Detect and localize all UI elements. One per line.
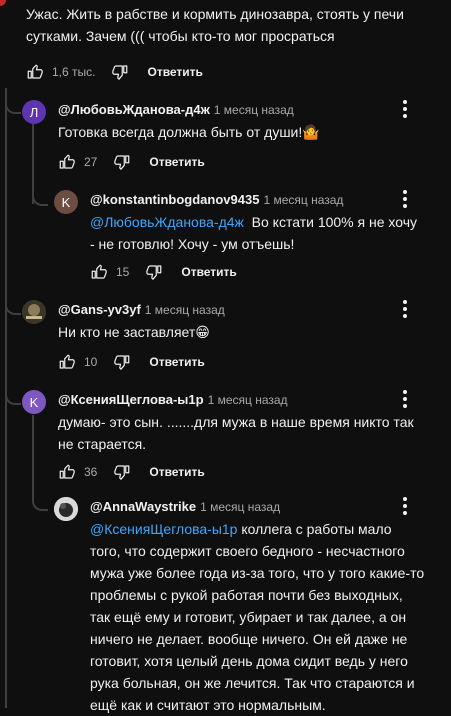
comment-author[interactable]: @ЛюбовьЖданова-д4ж 1 месяц назад bbox=[58, 102, 294, 117]
thumb-down-icon bbox=[114, 155, 130, 170]
nested-thread-connector bbox=[32, 192, 48, 206]
reply-button[interactable]: Ответить bbox=[149, 155, 204, 169]
top-comment-line-2: сутками. Зачем ((( чтобы кто-то мог прос… bbox=[26, 28, 335, 44]
mention-link[interactable]: @КсенияЩеглова-ы1р bbox=[90, 521, 237, 537]
avatar[interactable]: K bbox=[22, 390, 46, 414]
comment-time[interactable]: 1 месяц назад bbox=[263, 193, 343, 207]
avatar[interactable]: Л bbox=[22, 100, 46, 124]
comment-text: @ЛюбовьЖданова-д4ж Во кстати 100% я не х… bbox=[90, 214, 418, 252]
like-count: 27 bbox=[84, 155, 98, 169]
like-count: 15 bbox=[116, 265, 130, 279]
avatar[interactable] bbox=[22, 300, 46, 324]
like-button[interactable] bbox=[26, 63, 44, 81]
reply-button[interactable]: Ответить bbox=[149, 355, 204, 369]
comment-text: Ни кто не заставляет😁 bbox=[58, 324, 210, 340]
more-options-icon[interactable] bbox=[403, 300, 407, 321]
comment-actions: 15 Ответить bbox=[90, 262, 237, 282]
comment-text: @КсенияЩеглова-ы1р коллега с работы мало… bbox=[90, 521, 425, 713]
thumb-up-icon bbox=[59, 464, 75, 479]
comment-text: Готовка всегда должна быть от души!🤷 bbox=[58, 124, 320, 140]
thumb-down-icon bbox=[146, 265, 162, 280]
avatar-image bbox=[22, 300, 46, 324]
comment-actions: 36 Ответить bbox=[58, 462, 205, 482]
thumb-up-icon bbox=[91, 264, 107, 279]
reply-button[interactable]: Ответить bbox=[181, 265, 236, 279]
comment-time[interactable]: 1 месяц назад bbox=[214, 103, 294, 117]
more-options-icon[interactable] bbox=[403, 390, 407, 411]
like-count: 36 bbox=[84, 465, 98, 479]
comment-time[interactable]: 1 месяц назад bbox=[145, 303, 225, 317]
top-comment-text: Ужас. Жить в рабстве и кормить динозавра… bbox=[26, 3, 446, 47]
avatar[interactable]: K bbox=[54, 190, 78, 214]
comment-actions: 10 Ответить bbox=[58, 352, 205, 372]
nested-thread-connector bbox=[32, 497, 48, 511]
like-button[interactable] bbox=[58, 153, 76, 171]
dislike-button[interactable] bbox=[113, 353, 131, 371]
comment-time[interactable]: 1 месяц назад bbox=[208, 393, 288, 407]
avatar[interactable] bbox=[54, 497, 78, 521]
thumb-up-icon bbox=[27, 64, 43, 79]
top-comment-line-1: Ужас. Жить в рабстве и кормить динозавра… bbox=[26, 6, 404, 22]
like-count: 10 bbox=[84, 355, 98, 369]
dislike-button[interactable] bbox=[113, 153, 131, 171]
comment-author[interactable]: @КсенияЩеглова-ы1р 1 месяц назад bbox=[58, 392, 288, 407]
thumb-down-icon bbox=[114, 465, 130, 480]
more-options-icon[interactable] bbox=[403, 100, 407, 121]
thread-connector bbox=[5, 391, 21, 405]
more-options-icon[interactable] bbox=[403, 497, 407, 518]
comment-actions: 27 Ответить bbox=[58, 152, 205, 172]
comment-time[interactable]: 1 месяц назад bbox=[200, 500, 280, 514]
comment-author[interactable]: @AnnaWaystrike 1 месяц назад bbox=[90, 499, 280, 514]
like-count: 1,6 тыс. bbox=[52, 65, 96, 79]
top-comment-avatar-edge bbox=[0, 0, 6, 6]
thread-connector bbox=[5, 301, 21, 315]
mention-link[interactable]: @ЛюбовьЖданова-д4ж bbox=[90, 214, 244, 230]
like-button[interactable] bbox=[58, 353, 76, 371]
dislike-button[interactable] bbox=[111, 63, 129, 81]
thread-connector bbox=[5, 100, 21, 114]
reply-button[interactable]: Ответить bbox=[149, 465, 204, 479]
like-button[interactable] bbox=[90, 263, 108, 281]
comment-author[interactable]: @konstantinbogdanov9435 1 месяц назад bbox=[90, 192, 343, 207]
dislike-button[interactable] bbox=[145, 263, 163, 281]
thumb-down-icon bbox=[114, 355, 130, 370]
thumb-down-icon bbox=[112, 65, 128, 80]
like-button[interactable] bbox=[58, 463, 76, 481]
thumb-up-icon bbox=[59, 354, 75, 369]
top-comment-actions: 1,6 тыс. Ответить bbox=[26, 62, 203, 82]
comment-text: думаю- это сын. .......для мужа в наше в… bbox=[58, 414, 414, 452]
reply-button[interactable]: Ответить bbox=[147, 65, 202, 79]
more-options-icon[interactable] bbox=[403, 190, 407, 211]
nested-thread-line bbox=[32, 415, 34, 497]
comment-author[interactable]: @Gans-yv3yf 1 месяц назад bbox=[58, 302, 225, 317]
thumb-up-icon bbox=[59, 154, 75, 169]
avatar-image bbox=[54, 497, 78, 521]
dislike-button[interactable] bbox=[113, 463, 131, 481]
